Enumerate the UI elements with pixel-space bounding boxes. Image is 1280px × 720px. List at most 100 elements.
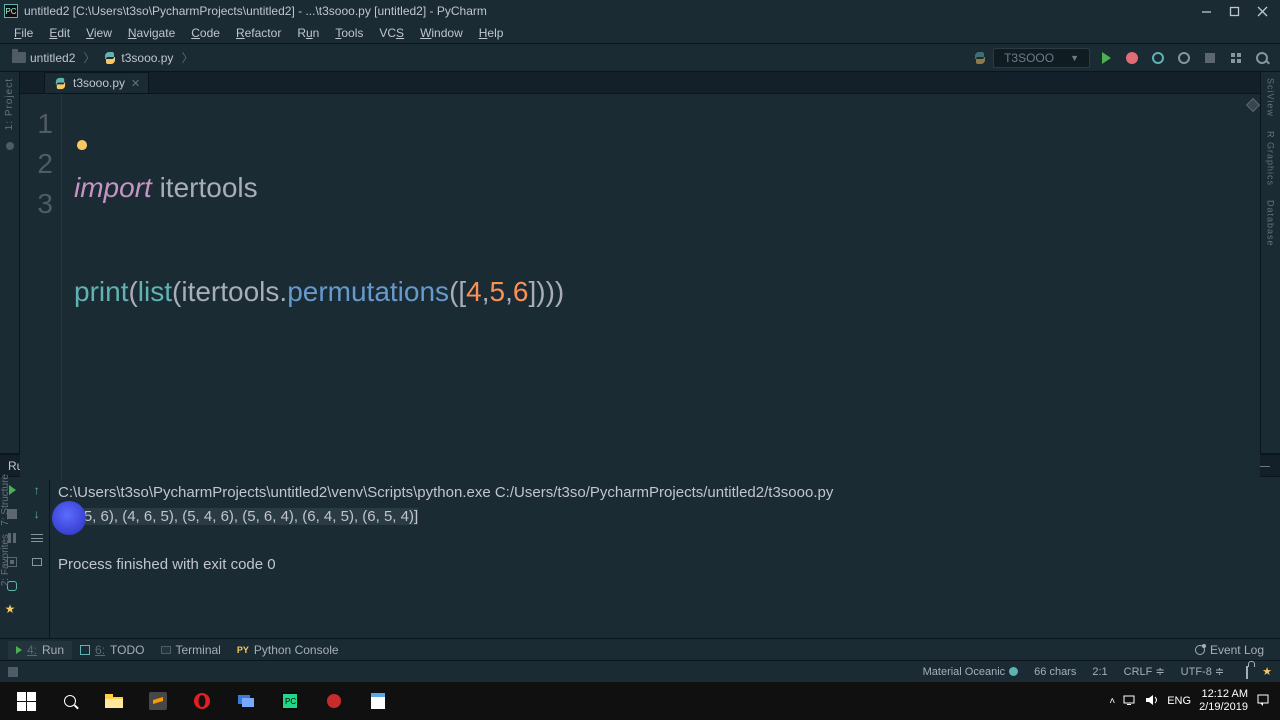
menu-refactor[interactable]: Refactor (228, 24, 289, 42)
menu-edit[interactable]: Edit (41, 24, 78, 42)
taskbar-app-record[interactable] (312, 682, 356, 720)
tray-clock[interactable]: 12:12 AM 2/19/2019 (1199, 688, 1248, 713)
status-theme[interactable]: Material Oceanic (915, 666, 1027, 678)
breadcrumb-file[interactable]: t3sooo.py (99, 51, 177, 65)
stop-button[interactable] (1200, 48, 1220, 68)
bottom-tab-event-log[interactable]: Event Log (1187, 641, 1272, 659)
bottom-tab-python-console[interactable]: PY Python Console (229, 641, 347, 659)
menu-help[interactable]: Help (471, 24, 512, 42)
exit-icon (7, 557, 17, 567)
menu-view[interactable]: View (78, 24, 120, 42)
menu-window[interactable]: Window (412, 24, 471, 42)
status-lock-icon[interactable] (1232, 666, 1262, 678)
menu-navigate[interactable]: Navigate (120, 24, 183, 42)
profile-button[interactable] (1174, 48, 1194, 68)
opera-icon (193, 692, 211, 710)
star-icon: ★ (0, 598, 20, 616)
chevron-right-icon: 〉 (79, 49, 99, 66)
coverage-button[interactable] (1148, 48, 1168, 68)
window-titlebar: PC untitled2 [C:\Users\t3so\PycharmProje… (0, 0, 1280, 22)
menu-tools[interactable]: Tools (327, 24, 371, 42)
taskbar-app-vm[interactable] (224, 682, 268, 720)
code-content[interactable]: import itertools print(list(itertools.pe… (62, 94, 1260, 480)
code-editor[interactable]: 1 2 3 import itertools print(list(iterto… (20, 94, 1260, 480)
menu-vcs[interactable]: VCS (371, 24, 412, 42)
editor-tab[interactable]: t3sooo.py ✕ (44, 72, 149, 93)
console-command-line: C:\Users\t3so\PycharmProjects\untitled2\… (58, 481, 1272, 505)
menu-run[interactable]: Run (289, 24, 327, 42)
run-console[interactable]: C:\Users\t3so\PycharmProjects\untitled2\… (50, 477, 1280, 638)
status-tool-icon[interactable] (8, 667, 18, 677)
intention-bulb-icon[interactable] (77, 140, 87, 150)
print-icon (32, 558, 42, 566)
taskbar-app-notes[interactable] (356, 682, 400, 720)
status-caret-pos[interactable]: 2:1 (1084, 666, 1115, 678)
status-line-sep[interactable]: CRLF ≑ (1116, 665, 1173, 678)
tool-structure-tab[interactable]: 7: Structure (0, 470, 11, 530)
close-tab-icon[interactable]: ✕ (131, 77, 140, 90)
minimize-button[interactable] (1192, 0, 1220, 22)
left-tool-gutter: 1: Project (0, 72, 20, 453)
editor-tab-label: t3sooo.py (73, 76, 125, 90)
status-bar: Material Oceanic 66 chars 2:1 CRLF ≑ UTF… (0, 660, 1280, 682)
search-everywhere-button[interactable] (1252, 48, 1272, 68)
soft-wrap-button[interactable] (30, 531, 44, 545)
status-star-icon[interactable]: ★ (1262, 665, 1272, 678)
taskbar-search[interactable] (48, 682, 92, 720)
editor-tabbar: t3sooo.py ✕ (20, 72, 1260, 94)
layout-button[interactable] (1226, 48, 1246, 68)
start-button[interactable] (4, 682, 48, 720)
tool-sciview-tab[interactable]: SciView (1266, 74, 1276, 121)
bottom-tab-run[interactable]: 4: Run (8, 641, 72, 659)
file-explorer-icon (104, 693, 124, 709)
gutter-line-numbers: 1 2 3 (20, 94, 62, 480)
tool-database-tab[interactable]: Database (1266, 196, 1276, 251)
bottom-tab-todo[interactable]: 6: TODO (72, 641, 152, 659)
taskbar-app-pycharm[interactable]: PC (268, 682, 312, 720)
python-file-icon (103, 51, 117, 65)
folder-icon (12, 52, 26, 63)
bottom-tool-tabs: 4: Run 6: TODO Terminal PY Python Consol… (0, 638, 1280, 660)
menu-code[interactable]: Code (183, 24, 228, 42)
menu-bar: File Edit View Navigate Code Refactor Ru… (0, 22, 1280, 44)
bottom-tab-terminal[interactable]: Terminal (153, 641, 229, 659)
bug-icon (1126, 52, 1138, 64)
chevron-right-icon: 〉 (177, 49, 197, 66)
sublime-icon (149, 692, 167, 710)
left-lower-gutter: 7: Structure 2: Favorites ★ (0, 470, 20, 616)
play-icon (1102, 52, 1111, 64)
menu-file[interactable]: File (6, 24, 41, 42)
status-encoding[interactable]: UTF-8 ≑ (1173, 665, 1232, 678)
tool-project-tab[interactable]: 1: Project (4, 74, 15, 134)
up-button[interactable]: ↑ (30, 483, 44, 497)
line-number: 3 (20, 184, 53, 224)
taskbar-app-sublime[interactable] (136, 682, 180, 720)
exit-button[interactable] (5, 555, 19, 569)
close-button[interactable] (1248, 0, 1276, 22)
run-config-selector[interactable]: T3SOOO ▼ (993, 48, 1090, 68)
theme-dot-icon (1009, 667, 1018, 676)
event-log-icon (1195, 645, 1205, 655)
bottom-tab-label: Run (42, 643, 64, 657)
tray-time: 12:12 AM (1199, 688, 1248, 701)
breadcrumb-file-label: t3sooo.py (121, 51, 173, 65)
tray-network-icon[interactable] (1123, 694, 1137, 709)
maximize-button[interactable] (1220, 0, 1248, 22)
navigation-bar: untitled2 〉 t3sooo.py 〉 T3SOOO ▼ (0, 44, 1280, 72)
tray-overflow-icon[interactable]: ˄ (1109, 696, 1115, 707)
line-number: 1 (20, 104, 53, 144)
window-title: untitled2 [C:\Users\t3so\PycharmProjects… (24, 4, 487, 18)
stop-icon (1205, 53, 1215, 63)
run-button[interactable] (1096, 48, 1116, 68)
down-button[interactable]: ↓ (30, 507, 44, 521)
print-button[interactable] (30, 555, 44, 569)
tray-ime[interactable]: ENG (1167, 695, 1191, 707)
taskbar-app-opera[interactable] (180, 682, 224, 720)
debug-button[interactable] (1122, 48, 1142, 68)
profile-icon (1178, 52, 1190, 64)
breadcrumb-project[interactable]: untitled2 (8, 51, 79, 65)
taskbar-explorer[interactable] (92, 682, 136, 720)
tool-rgraphics-tab[interactable]: R Graphics (1266, 127, 1276, 190)
tray-volume-icon[interactable] (1145, 694, 1159, 709)
tray-notifications-icon[interactable] (1256, 693, 1270, 710)
